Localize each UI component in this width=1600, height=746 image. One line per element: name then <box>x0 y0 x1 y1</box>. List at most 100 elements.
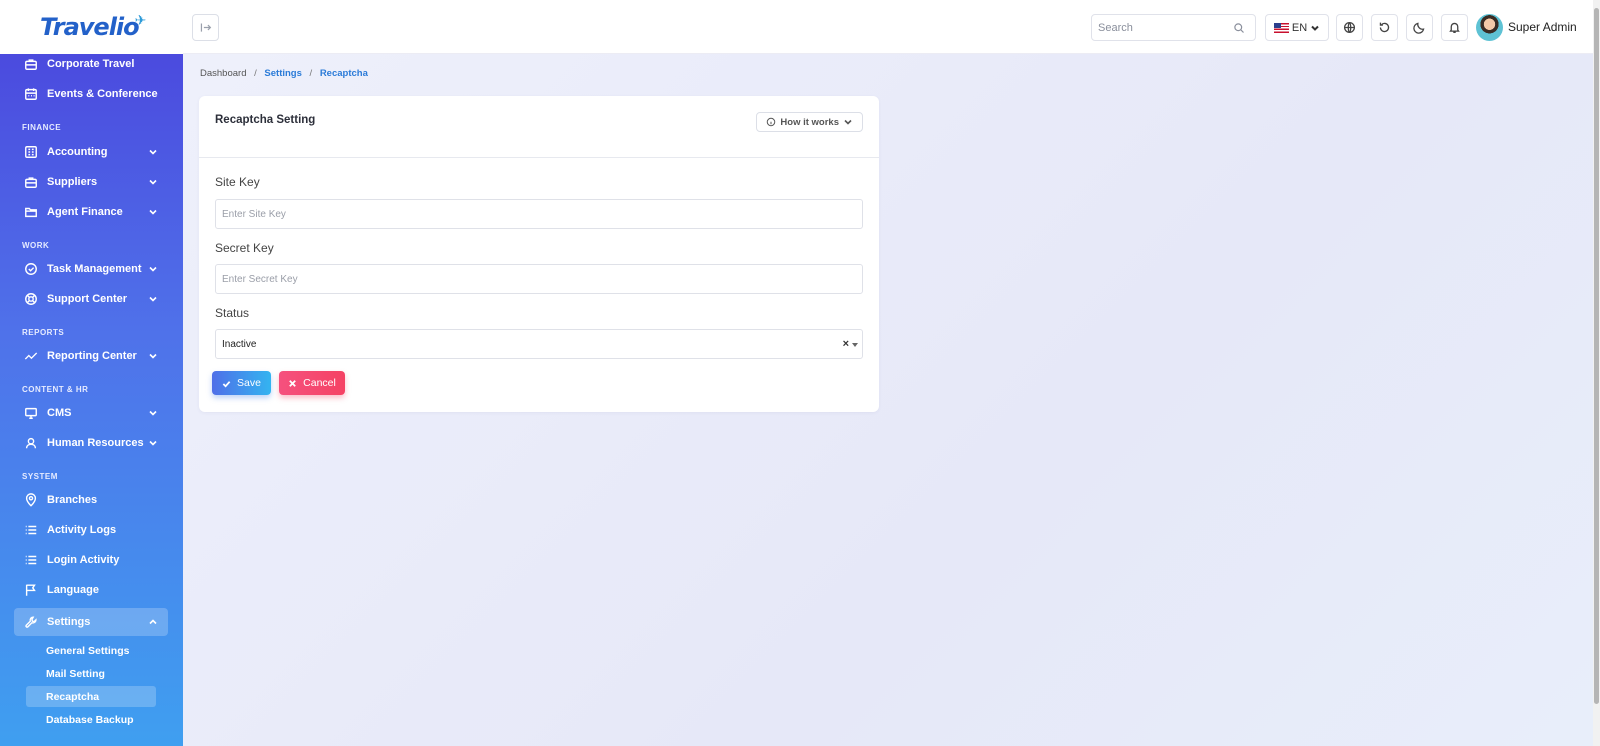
sidebar-item-support-center[interactable]: Support Center <box>14 285 168 313</box>
main-content: Dashboard / Settings / Recaptcha Recaptc… <box>183 54 1600 746</box>
scrollbar-thumb[interactable] <box>1594 8 1599 704</box>
sidebar-item-activity-logs[interactable]: Activity Logs <box>14 516 168 544</box>
status-label: Status <box>215 306 250 320</box>
list-icon <box>24 553 38 567</box>
sidebar-item-label: Accounting <box>47 146 108 158</box>
search-icon <box>1234 22 1244 33</box>
sidebar-item-human-resources[interactable]: Human Resources <box>14 429 168 457</box>
language-selector[interactable]: EN <box>1265 14 1329 41</box>
chevron-down-icon <box>844 119 852 125</box>
refresh-icon <box>1379 22 1390 33</box>
chevron-down-icon <box>1311 25 1319 31</box>
close-icon <box>289 379 296 387</box>
sidebar-subitem-label: Recaptcha <box>46 690 100 703</box>
sidebar-item-login-activity[interactable]: Login Activity <box>14 546 168 574</box>
sidebar-item-cms[interactable]: CMS <box>14 399 168 427</box>
save-label: Save <box>237 377 261 389</box>
breadcrumb-dashboard[interactable]: Dashboard <box>200 68 246 79</box>
flag-icon <box>24 583 38 597</box>
chevron-down-icon <box>148 351 158 361</box>
user-name: Super Admin <box>1508 20 1577 34</box>
sidebar-item-branches[interactable]: Branches <box>14 486 168 514</box>
secret-key-input[interactable] <box>215 264 863 294</box>
sidebar-item-label: Agent Finance <box>47 206 123 218</box>
logo[interactable]: Travelio ✈ <box>0 0 183 54</box>
breadcrumb-recaptcha: Recaptcha <box>319 68 368 79</box>
secret-key-label: Secret Key <box>215 241 274 255</box>
breadcrumb-separator: / <box>254 68 257 79</box>
refresh-button[interactable] <box>1371 14 1398 41</box>
sidebar-item-label: Support Center <box>47 293 128 305</box>
sidebar-item-label: Task Management <box>47 263 142 275</box>
monitor-icon <box>24 406 38 420</box>
caret-down-icon <box>852 343 858 347</box>
briefcase-icon <box>24 57 38 71</box>
breadcrumb-settings[interactable]: Settings <box>264 68 301 79</box>
sidebar-subitem-label: General Settings <box>46 644 130 657</box>
breadcrumb-separator: / <box>309 68 313 79</box>
sidebar-item-language[interactable]: Language <box>14 576 168 604</box>
sidebar-subitem-recaptcha[interactable]: Recaptcha <box>26 686 156 707</box>
section-work: WORK <box>22 241 50 250</box>
chevron-up-icon <box>148 617 158 627</box>
sidebar-toggle-button[interactable] <box>192 14 219 41</box>
chevron-down-icon <box>148 264 158 274</box>
globe-button[interactable] <box>1336 14 1363 41</box>
sidebar-item-events[interactable]: Events & Conference <box>14 80 168 108</box>
sidebar-item-label: Events & Conference <box>47 88 158 100</box>
sidebar-item-label: Activity Logs <box>47 524 117 536</box>
wrench-icon <box>24 615 38 629</box>
save-button[interactable]: Save <box>212 371 271 395</box>
lifebuoy-icon <box>24 292 38 306</box>
sidebar-subitem-label: Database Backup <box>46 713 134 726</box>
status-select[interactable]: Inactive × <box>215 329 863 359</box>
clear-selection-icon[interactable]: × <box>843 338 849 350</box>
notifications-button[interactable] <box>1441 14 1468 41</box>
sidebar: Travelio ✈ Corporate Travel Events & Con… <box>0 0 183 746</box>
breadcrumb: Dashboard / Settings / Recaptcha <box>200 68 368 79</box>
chevron-down-icon <box>148 438 158 448</box>
avatar <box>1476 13 1503 41</box>
bell-icon <box>1449 22 1460 34</box>
sidebar-subitem-database-backup[interactable]: Database Backup <box>26 709 156 730</box>
status-selected-value: Inactive <box>222 338 257 350</box>
list-icon <box>24 523 38 537</box>
check-circle-icon <box>24 262 38 276</box>
cancel-label: Cancel <box>303 377 336 389</box>
user-menu[interactable]: Super Admin <box>1476 13 1577 41</box>
how-it-works-button[interactable]: How it works <box>756 112 863 132</box>
sidebar-item-label: Human Resources <box>47 437 144 449</box>
sidebar-item-label: Reporting Center <box>47 350 137 362</box>
us-flag-icon <box>1273 22 1289 33</box>
search-input[interactable] <box>1098 21 1233 34</box>
section-content-hr: CONTENT & HR <box>22 385 89 394</box>
sidebar-item-reporting-center[interactable]: Reporting Center <box>14 342 168 370</box>
page-scrollbar[interactable] <box>1593 0 1600 746</box>
theme-toggle-button[interactable] <box>1406 14 1433 41</box>
sidebar-item-accounting[interactable]: Accounting <box>14 138 168 166</box>
cancel-button[interactable]: Cancel <box>279 371 345 395</box>
sidebar-item-settings[interactable]: Settings <box>14 608 168 636</box>
user-icon <box>24 436 38 450</box>
sidebar-item-suppliers[interactable]: Suppliers <box>14 168 168 196</box>
sidebar-item-label: Suppliers <box>47 176 98 188</box>
site-key-input[interactable] <box>215 199 863 229</box>
chevron-down-icon <box>148 408 158 418</box>
check-icon <box>222 380 231 388</box>
briefcase-icon <box>24 175 38 189</box>
search-box[interactable] <box>1091 14 1256 41</box>
sidebar-item-corporate-travel[interactable]: Corporate Travel <box>14 50 168 78</box>
sidebar-item-label: Corporate Travel <box>47 58 135 70</box>
sidebar-item-task-management[interactable]: Task Management <box>14 255 168 283</box>
chevron-down-icon <box>148 294 158 304</box>
section-finance: FINANCE <box>22 123 62 132</box>
chevron-down-icon <box>148 147 158 157</box>
sidebar-item-label: Language <box>47 584 99 596</box>
globe-icon <box>1343 21 1356 34</box>
sidebar-item-agent-finance[interactable]: Agent Finance <box>14 198 168 226</box>
sidebar-subitem-mail-setting[interactable]: Mail Setting <box>26 663 156 684</box>
chevron-down-icon <box>148 177 158 187</box>
section-reports: REPORTS <box>22 328 65 337</box>
sidebar-item-label: Login Activity <box>47 554 120 566</box>
sidebar-subitem-general-settings[interactable]: General Settings <box>26 640 156 661</box>
